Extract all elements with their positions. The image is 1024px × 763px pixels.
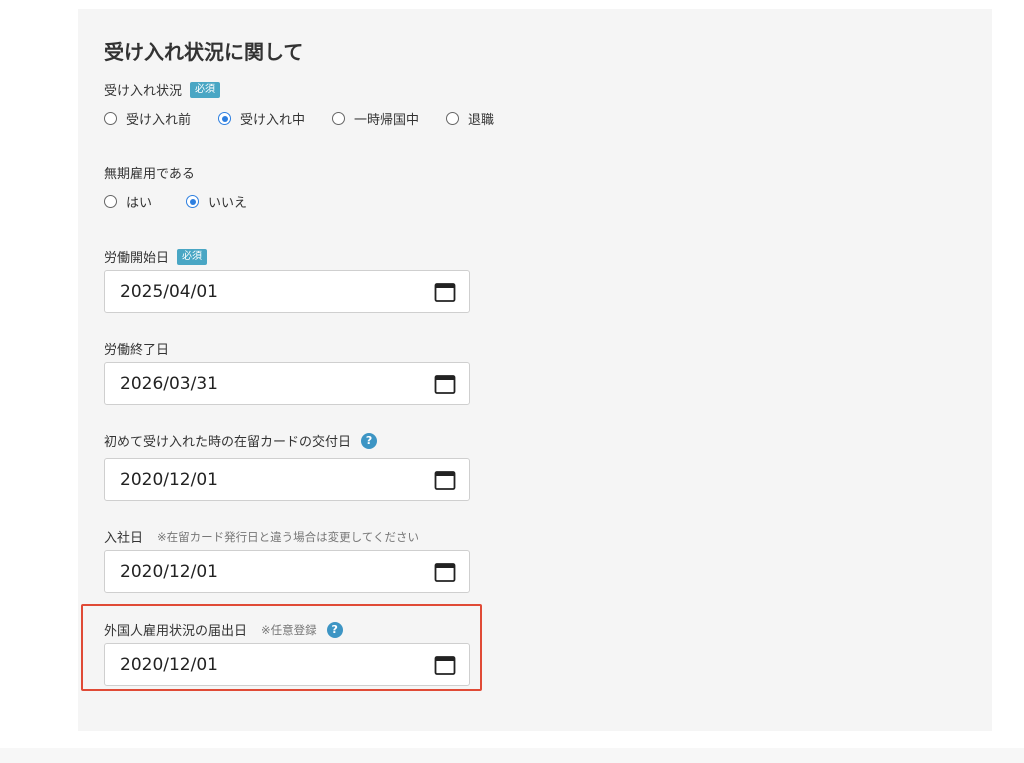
help-icon[interactable]: ? — [326, 621, 343, 638]
calendar-icon[interactable] — [434, 561, 456, 583]
join-date-note: ※在留カード発行日と違う場合は変更してください — [157, 529, 419, 544]
work-end-date-input[interactable]: 2026/03/31 — [104, 362, 470, 405]
acceptance-radio-group: 受け入れ前 受け入れ中 一時帰国中 退職 — [104, 109, 494, 128]
work-start-label-text: 労働開始日 — [104, 251, 170, 266]
indefinite-label: 無期雇用である — [104, 163, 195, 182]
radio-label: いいえ — [208, 196, 248, 211]
join-date-value: 2020/12/01 — [120, 561, 218, 582]
acceptance-option-retired[interactable]: 退職 — [446, 109, 494, 128]
radio-button-selected[interactable] — [218, 112, 232, 125]
work-start-label: 労働開始日 必須 — [104, 247, 208, 266]
radio-label: 退職 — [468, 113, 495, 128]
notification-label: 外国人雇用状況の届出日 ※任意登録 ? — [104, 620, 343, 639]
radio-button[interactable] — [332, 112, 346, 125]
calendar-icon[interactable] — [434, 469, 456, 491]
calendar-icon[interactable] — [434, 654, 456, 676]
calendar-icon[interactable] — [434, 281, 456, 303]
notification-date-value: 2020/12/01 — [120, 654, 218, 675]
help-icon[interactable]: ? — [361, 432, 378, 449]
indefinite-option-yes[interactable]: はい — [104, 192, 152, 211]
work-start-date-value: 2025/04/01 — [120, 281, 218, 302]
required-badge: 必須 — [177, 248, 208, 265]
acceptance-option-before[interactable]: 受け入れ前 — [104, 109, 191, 128]
radio-label: はい — [126, 196, 153, 211]
radio-label: 受け入れ前 — [126, 113, 192, 128]
work-end-date-value: 2026/03/31 — [120, 373, 218, 394]
page-footer-strip — [0, 748, 1024, 763]
residence-card-label-text: 初めて受け入れた時の在留カードの交付日 — [104, 435, 352, 450]
notification-note: ※任意登録 — [261, 622, 317, 637]
indefinite-option-no[interactable]: いいえ — [186, 192, 247, 211]
join-date-input[interactable]: 2020/12/01 — [104, 550, 470, 593]
indefinite-label-text: 無期雇用である — [104, 167, 195, 182]
radio-button[interactable] — [104, 195, 117, 208]
radio-button[interactable] — [446, 112, 460, 125]
join-date-label: 入社日 ※在留カード発行日と違う場合は変更してください — [104, 527, 419, 547]
residence-card-date-value: 2020/12/01 — [120, 469, 218, 490]
radio-button-selected[interactable] — [186, 195, 200, 208]
acceptance-option-temporary-return[interactable]: 一時帰国中 — [332, 109, 419, 128]
indefinite-radio-group: はい いいえ — [104, 192, 247, 211]
notification-label-text: 外国人雇用状況の届出日 — [104, 624, 248, 639]
work-end-label-text: 労働終了日 — [104, 343, 170, 358]
radio-label: 受け入れ中 — [240, 113, 306, 128]
notification-date-input[interactable]: 2020/12/01 — [104, 643, 470, 686]
join-date-label-text: 入社日 — [104, 531, 144, 546]
calendar-icon[interactable] — [434, 373, 456, 395]
acceptance-option-during[interactable]: 受け入れ中 — [218, 109, 305, 128]
work-start-date-input[interactable]: 2025/04/01 — [104, 270, 470, 313]
residence-card-date-input[interactable]: 2020/12/01 — [104, 458, 470, 501]
acceptance-label: 受け入れ状況 必須 — [104, 80, 221, 99]
radio-label: 一時帰国中 — [354, 113, 420, 128]
required-badge: 必須 — [190, 81, 221, 98]
section-title: 受け入れ状況に関して — [104, 40, 304, 64]
acceptance-label-text: 受け入れ状況 — [104, 84, 183, 99]
radio-button[interactable] — [104, 112, 117, 125]
residence-card-label: 初めて受け入れた時の在留カードの交付日 ? — [104, 431, 378, 450]
work-end-label: 労働終了日 — [104, 339, 169, 358]
